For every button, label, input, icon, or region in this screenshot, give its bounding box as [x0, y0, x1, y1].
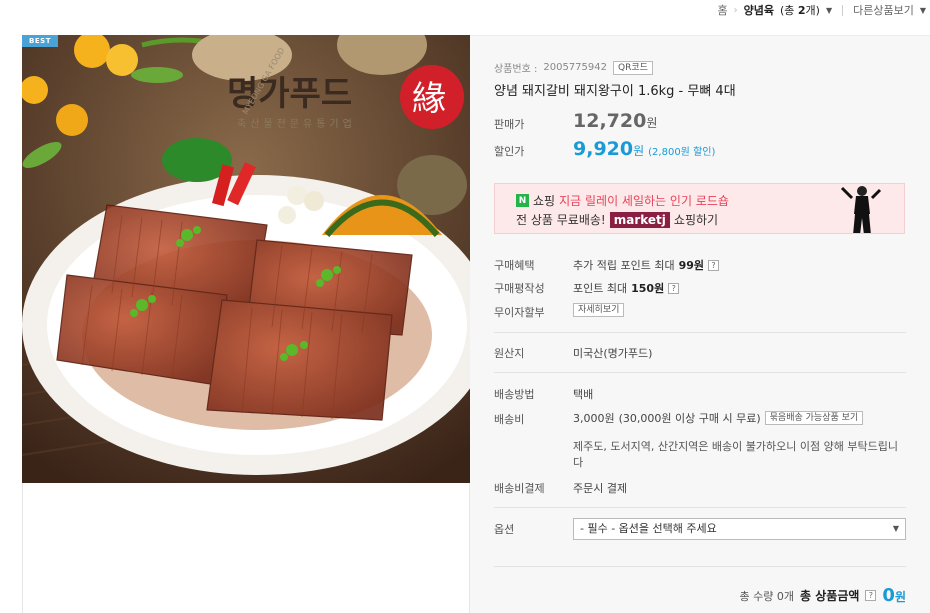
product-title: 양념 돼지갈비 돼지왕구이 1.6kg - 무뼈 4대 [494, 84, 736, 99]
shipping-fee: 3,000원 (30,000원 이상 구매 시 무료) 묶음배송 가능상품 보기 [573, 410, 864, 426]
bundle-shipping-button[interactable]: 묶음배송 가능상품 보기 [764, 411, 864, 425]
banner-brand: 쇼핑 [533, 194, 556, 208]
installment-label: 무이자할부 [494, 306, 545, 319]
naver-n-icon: N [516, 194, 529, 207]
count-suffix: 개) [805, 4, 820, 17]
installment-details-button[interactable]: 자세히보기 [573, 303, 625, 317]
promo-banner[interactable]: N 쇼핑 지금 릴레이 세일하는 인기 로드숍 전 상품 무료배송! marke… [494, 183, 905, 234]
option-select-value: - 필수 - 옵션을 선택해 주세요 [580, 522, 717, 535]
divider [842, 4, 844, 16]
total-amount-label: 총 상품금액 [800, 589, 860, 603]
product-image[interactable]: 명가푸드 緣 축산물전문유통기업 MYEONG GA FOOD [22, 35, 470, 483]
sell-price-value: 12,720 [573, 110, 647, 132]
banner-highlight: 지금 릴레이 세일하는 인기 로드숍 [559, 194, 729, 208]
total-amount: 0원 [882, 585, 906, 606]
shipping-method-label: 배송방법 [494, 388, 535, 401]
sale-price: 9,920원 (2,800원 할인) [573, 138, 715, 160]
review-label: 구매평작성 [494, 282, 545, 295]
sale-price-label: 할인가 [494, 145, 525, 158]
discount-amount: (2,800원 할인) [648, 147, 716, 158]
help-icon[interactable]: ? [708, 259, 720, 271]
marketj-badge: marketj [609, 211, 670, 228]
purchase-benefit-label: 구매혜택 [494, 259, 535, 272]
banner-prefix: 전 상품 무료배송! [516, 213, 606, 227]
logo-sub: 축산물전문유통기업 [237, 117, 356, 130]
installment-row: 자세히보기 [573, 303, 625, 317]
shipping-fee-note: (30,000원 이상 구매 시 무료) [618, 412, 761, 425]
banner-line-2: 전 상품 무료배송! marketj 쇼핑하기 [516, 211, 718, 228]
breadcrumb-category[interactable]: 양념육 [744, 2, 774, 18]
shipping-restriction-note: 제주도, 도서지역, 산간지역은 배송이 불가하오니 이점 양해 부탁드립니다 [573, 440, 898, 469]
divider [494, 332, 906, 333]
total-quantity: 총 수량 0개 [739, 589, 795, 603]
breadcrumb-count: (총 2개) [780, 2, 820, 18]
chevron-down-icon: ▼ [892, 524, 899, 533]
chevron-right-icon: › [733, 4, 738, 16]
shipping-payment-value: 주문시 결제 [573, 482, 628, 495]
other-products-link[interactable]: 다른상품보기 [853, 2, 914, 18]
count-prefix: (총 [779, 4, 798, 17]
divider [494, 372, 906, 373]
count-value: 2 [797, 4, 806, 17]
shipping-fee-label: 배송비 [494, 413, 525, 426]
logo-seal: 緣 [412, 79, 446, 119]
origin-label: 원산지 [494, 347, 525, 360]
divider [494, 507, 906, 508]
banner-line-1: N 쇼핑 지금 릴레이 세일하는 인기 로드숍 [516, 192, 729, 209]
product-number-label: 상품번호 : [494, 64, 538, 75]
total-currency: 원 [894, 590, 906, 604]
caret-down-icon[interactable]: ▼ [920, 6, 926, 15]
banner-suffix: 쇼핑하기 [673, 213, 719, 227]
option-label: 옵션 [494, 523, 515, 536]
product-number-row: 상품번호 : 2005775942 QR코드 [494, 60, 653, 75]
image-area-bottom [22, 483, 470, 613]
option-select[interactable]: - 필수 - 옵션을 선택해 주세요 ▼ [573, 518, 906, 540]
review-benefit-value: 150원 [631, 282, 665, 295]
purchase-benefit-text: 추가 적립 포인트 최대 [573, 259, 675, 272]
qr-code-button[interactable]: QR코드 [612, 60, 653, 75]
best-badge: BEST [22, 35, 58, 47]
product-info-panel: 상품번호 : 2005775942 QR코드 양념 돼지갈비 돼지왕구이 1.6… [470, 35, 930, 613]
total-amount-value: 0 [882, 585, 895, 606]
product-number: 2005775942 [543, 62, 607, 73]
divider [494, 566, 906, 567]
sale-price-value: 9,920 [573, 138, 634, 160]
model-figure-icon [840, 186, 882, 233]
product-photo: 명가푸드 緣 축산물전문유통기업 MYEONG GA FOOD [22, 35, 470, 483]
shipping-payment-label: 배송비결제 [494, 482, 545, 495]
review-benefit-text: 포인트 최대 [573, 282, 628, 295]
help-icon[interactable]: ? [865, 590, 877, 601]
shipping-fee-value: 3,000원 [573, 412, 615, 425]
purchase-benefit: 추가 적립 포인트 최대 99원 ? [573, 257, 720, 273]
breadcrumb-home[interactable]: 홈 [717, 2, 727, 18]
origin-value: 미국산(명가푸드) [573, 347, 653, 360]
sell-price-label: 판매가 [494, 118, 525, 131]
purchase-benefit-value: 99원 [678, 259, 705, 272]
sell-price: 12,720원 [573, 110, 657, 132]
review-benefit: 포인트 최대 150원 ? [573, 280, 680, 296]
breadcrumb: 홈 › 양념육 (총 2개) ▼ 다른상품보기 ▼ [717, 0, 930, 20]
total-summary: 총 수량 0개 총 상품금액 ? 0원 [740, 585, 906, 606]
shipping-method-value: 택배 [573, 388, 594, 401]
currency-unit: 원 [646, 116, 658, 130]
caret-down-icon[interactable]: ▼ [826, 6, 832, 15]
help-icon[interactable]: ? [668, 282, 680, 294]
currency-unit: 원 [633, 144, 645, 158]
